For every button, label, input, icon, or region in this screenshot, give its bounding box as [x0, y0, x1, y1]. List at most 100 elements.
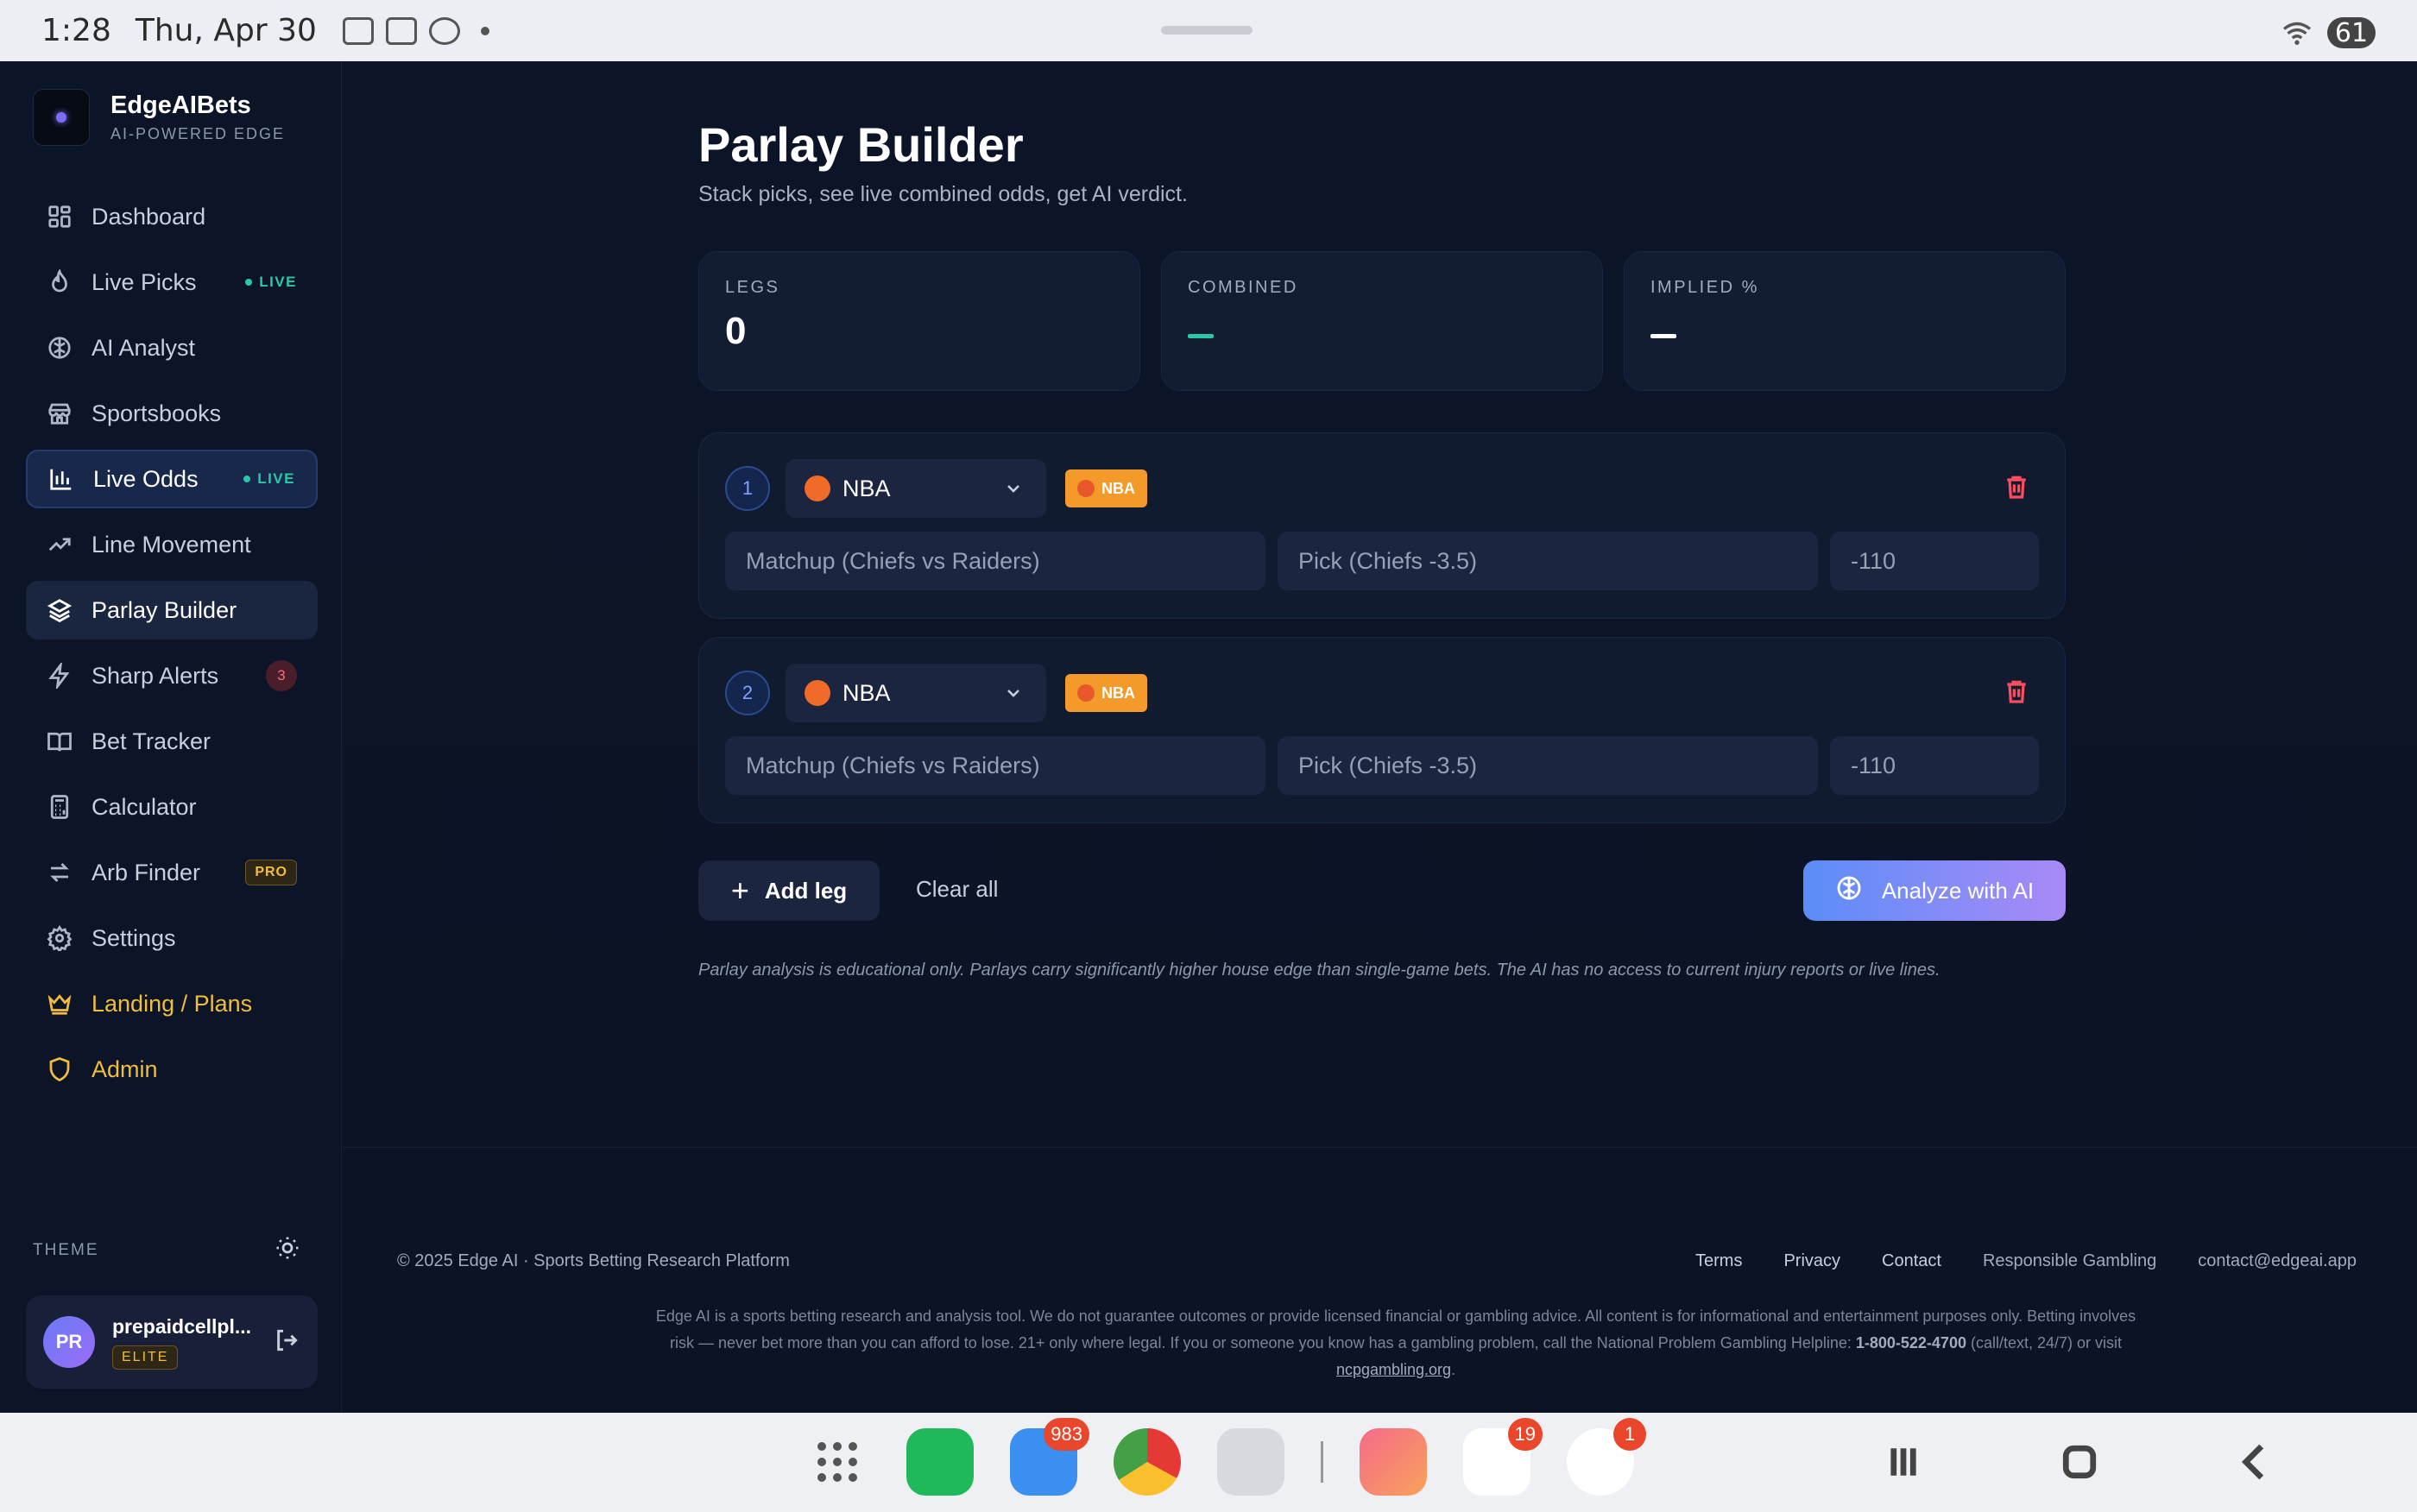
- sidebar-item-bet-tracker[interactable]: Bet Tracker: [26, 712, 318, 771]
- basketball-icon: [1077, 684, 1095, 702]
- gear-icon: [47, 925, 73, 951]
- sidebar-item-label: Admin: [92, 1055, 158, 1082]
- brand-name: EdgeAIBets: [110, 91, 251, 119]
- notification-count: 1: [1613, 1418, 1646, 1451]
- calculator-icon: [47, 794, 73, 820]
- home-icon[interactable]: [2056, 1439, 2103, 1490]
- battery-indicator: 61: [2327, 17, 2376, 48]
- gallery-app-icon[interactable]: [1360, 1428, 1427, 1496]
- dashboard-icon: [47, 204, 73, 230]
- sidebar-item-sportsbooks[interactable]: Sportsbooks: [26, 384, 318, 443]
- stat-legs: LEGS 0: [698, 251, 1140, 391]
- arrows-icon: [47, 860, 73, 885]
- delete-leg-icon[interactable]: [2003, 473, 2030, 505]
- sidebar-item-settings[interactable]: Settings: [26, 909, 318, 967]
- drag-handle[interactable]: [1161, 26, 1253, 35]
- odds-input[interactable]: -110: [1830, 532, 2039, 590]
- phone-app-icon[interactable]: [906, 1428, 974, 1496]
- matchup-input[interactable]: Matchup (Chiefs vs Raiders): [725, 532, 1265, 590]
- sport-select[interactable]: NBA: [786, 459, 1046, 518]
- sun-icon[interactable]: [275, 1235, 300, 1266]
- sport-tag: NBA: [1065, 469, 1147, 507]
- leg-number: 1: [725, 466, 770, 511]
- sidebar-item-label: AI Analyst: [92, 334, 196, 361]
- sidebar-item-admin[interactable]: Admin: [26, 1040, 318, 1099]
- stat-label: LEGS: [725, 278, 780, 297]
- stat-label: COMBINED: [1188, 278, 1298, 297]
- user-card[interactable]: PR prepaidcellpl... ELITE: [26, 1295, 318, 1389]
- footer-link-responsible-gambling[interactable]: Responsible Gambling: [1983, 1251, 2156, 1271]
- camera-app-icon[interactable]: [1217, 1428, 1284, 1496]
- status-time: 1:28: [41, 13, 111, 48]
- chrome-app-icon[interactable]: [1114, 1428, 1181, 1496]
- user-name: prepaidcellpl...: [112, 1314, 252, 1338]
- pick-input[interactable]: Pick (Chiefs -3.5): [1278, 532, 1818, 590]
- recents-icon[interactable]: [1880, 1439, 1927, 1490]
- odds-input[interactable]: -110: [1830, 736, 2039, 795]
- more-notifications-icon: [480, 26, 489, 35]
- sidebar-item-landing-plans[interactable]: Landing / Plans: [26, 974, 318, 1033]
- sidebar-item-label: Landing / Plans: [92, 990, 253, 1017]
- app-drawer-icon[interactable]: [805, 1429, 870, 1495]
- sidebar: EdgeAIBets AI-POWERED EDGE Dashboard Liv…: [0, 61, 342, 1413]
- sport-select[interactable]: NBA: [786, 664, 1046, 722]
- back-icon[interactable]: [2232, 1439, 2279, 1490]
- footer-link-terms[interactable]: Terms: [1695, 1251, 1742, 1271]
- screenshot-notification-icon: [385, 16, 417, 45]
- footer-links: Terms Privacy Contact Responsible Gambli…: [1695, 1251, 2357, 1271]
- basketball-icon: [805, 476, 830, 501]
- actions-row: + Add leg Clear all Analyze with AI: [698, 860, 2066, 921]
- brand[interactable]: EdgeAIBets AI-POWERED EDGE: [33, 89, 285, 146]
- disclaimer-text: Parlay analysis is educational only. Par…: [698, 961, 1941, 980]
- matchup-input[interactable]: Matchup (Chiefs vs Raiders): [725, 736, 1265, 795]
- ncpg-link[interactable]: ncpgambling.org: [1336, 1361, 1451, 1378]
- sport-tag-label: NBA: [1101, 479, 1135, 497]
- clear-all-button[interactable]: Clear all: [916, 876, 998, 903]
- chevron-down-icon: [1003, 478, 1024, 505]
- avatar: PR: [43, 1316, 95, 1368]
- pick-input[interactable]: Pick (Chiefs -3.5): [1278, 736, 1818, 795]
- sidebar-item-line-movement[interactable]: Line Movement: [26, 515, 318, 574]
- footer-link-privacy[interactable]: Privacy: [1783, 1251, 1840, 1271]
- sidebar-item-ai-analyst[interactable]: AI Analyst: [26, 318, 318, 377]
- sidebar-item-label: Live Picks: [92, 268, 197, 295]
- sidebar-item-label: Settings: [92, 924, 176, 951]
- empty-value-dash: [1188, 334, 1214, 338]
- footer-link-email[interactable]: contact@edgeai.app: [2198, 1251, 2357, 1271]
- sidebar-item-live-odds[interactable]: Live Odds LIVE: [26, 450, 318, 508]
- analyze-with-ai-button[interactable]: Analyze with AI: [1803, 860, 2066, 921]
- live-badge: LIVE: [245, 274, 297, 291]
- sidebar-item-parlay-builder[interactable]: Parlay Builder: [26, 581, 318, 639]
- trend-icon: [47, 532, 73, 558]
- chevron-down-icon: [1003, 683, 1024, 709]
- leg-number: 2: [725, 671, 770, 715]
- android-dock: 983 19 1: [0, 1413, 2417, 1512]
- google-app-icon[interactable]: 1: [1567, 1418, 1646, 1496]
- sidebar-item-label: Calculator: [92, 793, 197, 820]
- logout-icon[interactable]: [273, 1326, 300, 1358]
- add-leg-label: Add leg: [764, 877, 848, 904]
- sidebar-item-live-picks[interactable]: Live Picks LIVE: [26, 253, 318, 312]
- page-title: Parlay Builder: [698, 117, 1024, 172]
- parlay-leg: 2 NBA NBA Matchup (Chiefs vs Raiders) Pi…: [698, 637, 2066, 823]
- sidebar-item-sharp-alerts[interactable]: Sharp Alerts 3: [26, 646, 318, 705]
- sidebar-item-arb-finder[interactable]: Arb Finder PRO: [26, 843, 318, 902]
- stat-implied: IMPLIED %: [1624, 251, 2066, 391]
- helpline-number: 1-800-522-4700: [1855, 1334, 1966, 1351]
- mail-app-icon[interactable]: 983: [1010, 1418, 1089, 1496]
- delete-leg-icon[interactable]: [2003, 677, 2030, 709]
- stat-combined: COMBINED: [1161, 251, 1603, 391]
- add-leg-button[interactable]: + Add leg: [698, 860, 880, 921]
- empty-value-dash: [1650, 334, 1676, 338]
- sport-tag-label: NBA: [1101, 684, 1135, 702]
- stat-label: IMPLIED %: [1650, 278, 1759, 297]
- legal-text: (call/text, 24/7) or visit: [1966, 1334, 2123, 1351]
- footer-copyright: © 2025 Edge AI · Sports Betting Research…: [397, 1251, 790, 1270]
- dock-separator: [1321, 1441, 1323, 1483]
- sidebar-item-dashboard[interactable]: Dashboard: [26, 187, 318, 246]
- footer-link-contact[interactable]: Contact: [1882, 1251, 1941, 1271]
- sidebar-item-label: Live Odds: [93, 465, 199, 492]
- sidebar-item-calculator[interactable]: Calculator: [26, 778, 318, 836]
- stat-value: 0: [725, 310, 747, 352]
- gmail-app-icon[interactable]: 19: [1463, 1418, 1543, 1496]
